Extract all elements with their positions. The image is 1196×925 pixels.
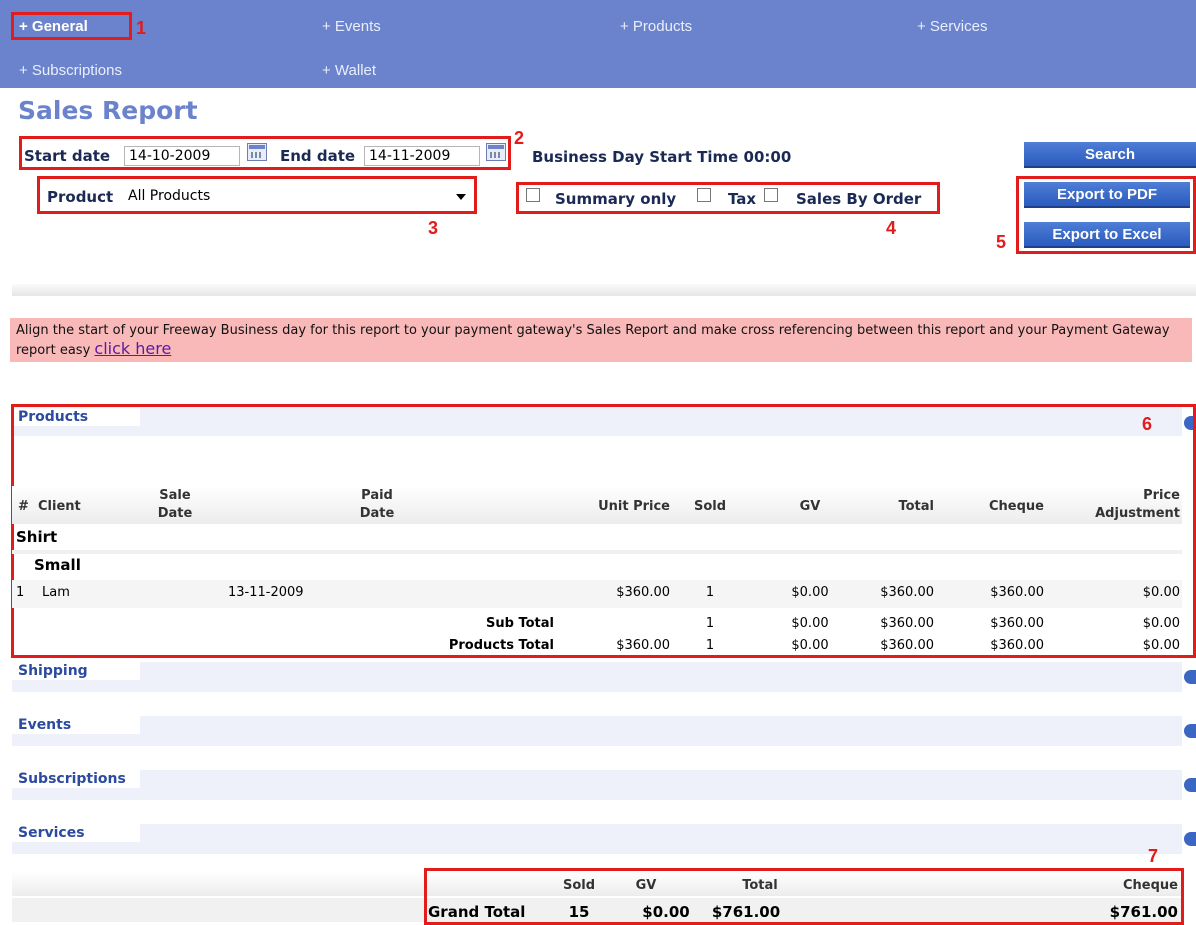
notice-banner: Align the start of your Freeway Business…: [10, 318, 1192, 362]
end-date-calendar-icon[interactable]: [486, 143, 506, 161]
products-total-unit-price: $360.00: [616, 638, 670, 653]
annotation-number-5: 5: [996, 232, 1007, 252]
grand-col-cheque: Cheque: [1123, 878, 1178, 893]
services-section-header[interactable]: Services: [12, 824, 1182, 854]
col-cheque: Cheque: [989, 499, 1044, 514]
nav-subscriptions[interactable]: + Subscriptions: [19, 62, 122, 79]
annotation-number-1: 1: [136, 18, 147, 38]
annotation-number-7: 7: [1148, 846, 1159, 866]
row-sold: 1: [705, 585, 715, 600]
events-section-title: Events: [12, 716, 140, 734]
subscriptions-section-header[interactable]: Subscriptions: [12, 770, 1182, 800]
subtotal-cheque: $360.00: [990, 616, 1044, 631]
tax-checkbox[interactable]: [697, 188, 711, 202]
page-title: Sales Report: [18, 96, 198, 125]
services-section-title: Services: [12, 824, 140, 842]
chevron-down-icon: [456, 194, 466, 200]
row-sale-date: 13-11-2009: [228, 585, 304, 600]
products-total-price-adjustment: $0.00: [1142, 638, 1180, 653]
export-excel-button[interactable]: Export to Excel: [1024, 222, 1190, 248]
shipping-section-title: Shipping: [12, 662, 140, 680]
annotation-number-2: 2: [514, 128, 525, 148]
nav-products[interactable]: + Products: [620, 18, 692, 35]
row-total: $360.00: [880, 585, 934, 600]
grand-col-sold: Sold: [562, 878, 596, 893]
top-nav: + General + Events + Products + Services…: [0, 0, 1196, 88]
row-cheque: $360.00: [990, 585, 1044, 600]
col-sale-date-2: Date: [157, 506, 193, 521]
col-price-adjustment-2: Adjustment: [1095, 506, 1180, 521]
col-sale-date-1: Sale: [159, 488, 191, 503]
group-divider: [12, 550, 1182, 554]
search-button[interactable]: Search: [1024, 142, 1196, 168]
nav-wallet[interactable]: + Wallet: [322, 62, 376, 79]
products-total-total: $360.00: [880, 638, 934, 653]
col-gv: GV: [799, 499, 821, 514]
row-gv: $0.00: [791, 585, 829, 600]
col-unit-price: Unit Price: [598, 499, 670, 514]
col-paid-date-2: Date: [359, 506, 395, 521]
collapse-icon[interactable]: [1184, 670, 1196, 684]
row-num: 1: [16, 585, 25, 600]
annotation-box-1: [11, 12, 132, 40]
col-sold: Sold: [693, 499, 727, 514]
notice-text: Align the start of your Freeway Business…: [16, 323, 1170, 358]
subtotal-gv: $0.00: [791, 616, 829, 631]
grand-total-total: $761.00: [711, 903, 781, 921]
grand-col-total: Total: [742, 878, 778, 893]
business-day-start-time: Business Day Start Time 00:00: [532, 148, 792, 166]
grand-total-cheque: $761.00: [1109, 903, 1178, 921]
nav-events[interactable]: + Events: [322, 18, 381, 35]
filter-divider: [12, 284, 1196, 296]
annotation-number-4: 4: [886, 218, 897, 238]
products-total-label: Products Total: [448, 638, 554, 653]
subtotal-sold: 1: [705, 616, 715, 631]
collapse-icon[interactable]: [1184, 832, 1196, 846]
products-total-gv: $0.00: [791, 638, 829, 653]
grand-col-gv: GV: [635, 878, 657, 893]
col-num: #: [18, 499, 29, 514]
product-select[interactable]: All Products: [122, 185, 470, 207]
group-shirt: Shirt: [16, 528, 58, 546]
notice-link[interactable]: click here: [94, 339, 171, 358]
grand-total-label: Grand Total: [428, 903, 526, 921]
col-client: Client: [38, 499, 81, 514]
product-label: Product: [47, 188, 114, 206]
tax-label: Tax: [728, 190, 757, 208]
summary-only-checkbox[interactable]: [526, 188, 540, 202]
subscriptions-section-title: Subscriptions: [12, 770, 140, 788]
end-date-label: End date: [280, 147, 356, 165]
row-client: Lam: [42, 585, 70, 600]
sales-by-order-label: Sales By Order: [796, 190, 922, 208]
collapse-icon[interactable]: [1184, 724, 1196, 738]
subtotal-total: $360.00: [880, 616, 934, 631]
events-section-header[interactable]: Events: [12, 716, 1182, 746]
annotation-number-6: 6: [1142, 414, 1153, 434]
subtotal-price-adjustment: $0.00: [1142, 616, 1180, 631]
nav-services[interactable]: + Services: [917, 18, 987, 35]
start-date-input[interactable]: 14-10-2009: [124, 146, 240, 166]
annotation-number-3: 3: [428, 218, 439, 238]
summary-only-label: Summary only: [555, 190, 677, 208]
end-date-input[interactable]: 14-11-2009: [364, 146, 480, 166]
row-unit-price: $360.00: [616, 585, 670, 600]
collapse-icon[interactable]: [1184, 778, 1196, 792]
sales-by-order-checkbox[interactable]: [764, 188, 778, 202]
products-total-sold: 1: [705, 638, 715, 653]
export-pdf-button[interactable]: Export to PDF: [1024, 182, 1190, 208]
col-total: Total: [898, 499, 934, 514]
shipping-section-header[interactable]: Shipping: [12, 662, 1182, 692]
product-select-value: All Products: [128, 188, 211, 204]
grand-total-sold: 15: [568, 903, 590, 921]
start-date-calendar-icon[interactable]: [247, 143, 267, 161]
row-price-adjustment: $0.00: [1142, 585, 1180, 600]
col-price-adjustment-1: Price: [1143, 488, 1180, 503]
col-paid-date-1: Paid: [361, 488, 393, 503]
subgroup-small: Small: [34, 556, 81, 574]
grand-total-gv: $0.00: [642, 903, 690, 921]
products-total-cheque: $360.00: [990, 638, 1044, 653]
start-date-label: Start date: [24, 147, 111, 165]
subtotal-label: Sub Total: [486, 616, 554, 631]
